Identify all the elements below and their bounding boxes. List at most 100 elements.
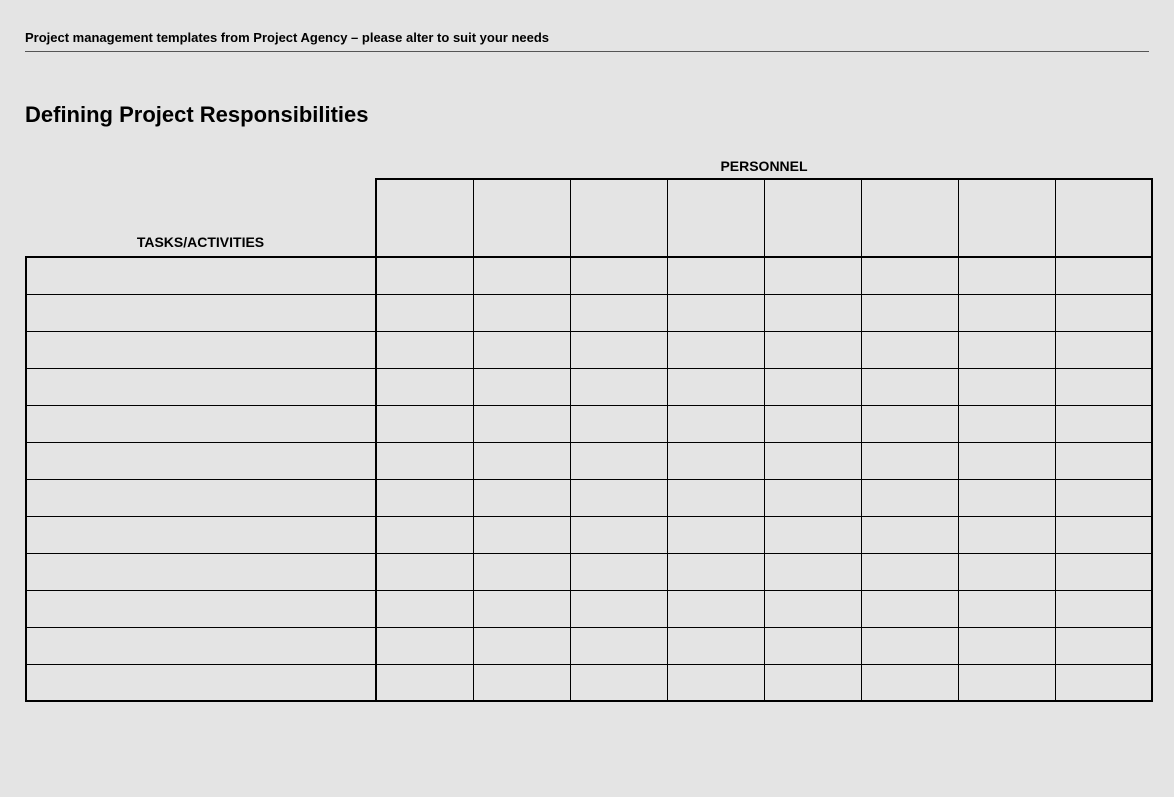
- task-cell: [26, 590, 376, 627]
- assignment-cell: [667, 442, 764, 479]
- assignment-cell: [958, 553, 1055, 590]
- task-cell: [26, 294, 376, 331]
- personnel-col-4: [764, 179, 861, 257]
- assignment-cell: [958, 368, 1055, 405]
- assignment-cell: [861, 516, 958, 553]
- assignment-cell: [376, 553, 473, 590]
- task-cell: [26, 331, 376, 368]
- assignment-cell: [1055, 516, 1152, 553]
- assignment-cell: [473, 442, 570, 479]
- assignment-cell: [667, 368, 764, 405]
- assignment-cell: [958, 516, 1055, 553]
- personnel-col-6: [958, 179, 1055, 257]
- assignment-cell: [667, 294, 764, 331]
- table-row: [26, 405, 1152, 442]
- assignment-cell: [1055, 627, 1152, 664]
- assignment-cell: [1055, 479, 1152, 516]
- assignment-cell: [473, 294, 570, 331]
- assignment-cell: [861, 664, 958, 701]
- assignment-cell: [473, 516, 570, 553]
- assignment-cell: [764, 368, 861, 405]
- assignment-cell: [958, 331, 1055, 368]
- assignment-cell: [958, 664, 1055, 701]
- task-cell: [26, 553, 376, 590]
- assignment-cell: [473, 627, 570, 664]
- assignment-cell: [570, 442, 667, 479]
- task-cell: [26, 479, 376, 516]
- assignment-cell: [667, 516, 764, 553]
- assignment-cell: [861, 442, 958, 479]
- assignment-cell: [1055, 405, 1152, 442]
- assignment-cell: [473, 405, 570, 442]
- task-cell: [26, 257, 376, 294]
- table-row: [26, 590, 1152, 627]
- empty-corner-top: [26, 158, 376, 179]
- assignment-cell: [958, 627, 1055, 664]
- page-title: Defining Project Responsibilities: [25, 102, 1149, 128]
- assignment-cell: [570, 590, 667, 627]
- assignment-cell: [1055, 590, 1152, 627]
- assignment-cell: [861, 553, 958, 590]
- assignment-cell: [764, 257, 861, 294]
- assignment-cell: [764, 627, 861, 664]
- assignment-cell: [667, 553, 764, 590]
- table-row: [26, 442, 1152, 479]
- assignment-cell: [376, 442, 473, 479]
- table-row: [26, 331, 1152, 368]
- assignment-cell: [570, 257, 667, 294]
- assignment-cell: [958, 442, 1055, 479]
- assignment-cell: [667, 627, 764, 664]
- task-cell: [26, 405, 376, 442]
- assignment-cell: [861, 368, 958, 405]
- assignment-cell: [667, 331, 764, 368]
- table-row: [26, 294, 1152, 331]
- assignment-cell: [958, 294, 1055, 331]
- responsibility-table-wrapper: PERSONNEL TASKS/ACTIVITIES: [25, 158, 1149, 702]
- assignment-cell: [376, 405, 473, 442]
- assignment-cell: [473, 590, 570, 627]
- assignment-cell: [473, 368, 570, 405]
- assignment-cell: [1055, 294, 1152, 331]
- task-cell: [26, 627, 376, 664]
- personnel-col-7: [1055, 179, 1152, 257]
- assignment-cell: [958, 257, 1055, 294]
- assignment-cell: [473, 664, 570, 701]
- personnel-col-2: [570, 179, 667, 257]
- personnel-col-3: [667, 179, 764, 257]
- assignment-cell: [764, 516, 861, 553]
- assignment-cell: [570, 331, 667, 368]
- assignment-cell: [667, 257, 764, 294]
- assignment-cell: [861, 405, 958, 442]
- assignment-cell: [764, 590, 861, 627]
- table-row: [26, 627, 1152, 664]
- assignment-cell: [958, 590, 1055, 627]
- assignment-cell: [861, 294, 958, 331]
- assignment-cell: [1055, 368, 1152, 405]
- assignment-cell: [473, 479, 570, 516]
- table-row: [26, 368, 1152, 405]
- table-row: [26, 516, 1152, 553]
- assignment-cell: [570, 368, 667, 405]
- assignment-cell: [861, 627, 958, 664]
- assignment-cell: [861, 479, 958, 516]
- assignment-cell: [570, 294, 667, 331]
- assignment-cell: [667, 479, 764, 516]
- assignment-cell: [861, 590, 958, 627]
- assignment-cell: [764, 405, 861, 442]
- table-row: [26, 257, 1152, 294]
- assignment-cell: [376, 627, 473, 664]
- assignment-cell: [1055, 442, 1152, 479]
- assignment-cell: [764, 331, 861, 368]
- assignment-cell: [764, 553, 861, 590]
- personnel-header-label: PERSONNEL: [376, 158, 1152, 179]
- assignment-cell: [667, 664, 764, 701]
- personnel-col-0: [376, 179, 473, 257]
- assignment-cell: [764, 294, 861, 331]
- assignment-cell: [667, 590, 764, 627]
- assignment-cell: [861, 331, 958, 368]
- personnel-col-1: [473, 179, 570, 257]
- table-row: [26, 553, 1152, 590]
- assignment-cell: [764, 479, 861, 516]
- assignment-cell: [570, 627, 667, 664]
- assignment-cell: [1055, 664, 1152, 701]
